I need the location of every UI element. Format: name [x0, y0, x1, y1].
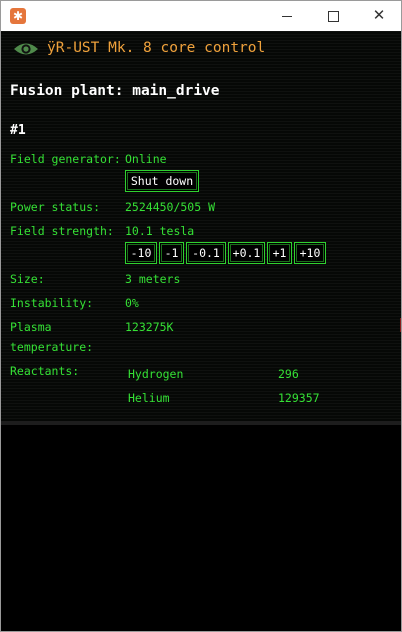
power-status-value: 2524450/505 W: [125, 200, 216, 214]
shut-down-button[interactable]: Shut down: [125, 170, 199, 192]
field-minus-10-label: -10: [127, 244, 155, 262]
reactant-name: Hydrogen: [128, 367, 184, 381]
field-minus-1-button[interactable]: -1: [159, 242, 184, 264]
power-status-label: Power status:: [10, 200, 101, 214]
divider: [1, 421, 401, 425]
plant-title: Fusion plant: main_drive: [10, 83, 220, 99]
control-panel: ÿR-UST Mk. 8 core control Fusion plant: …: [1, 31, 401, 421]
app-window: ✱ ✕ ÿR-UST Mk. 8 core control Fusion pla…: [0, 0, 402, 632]
size-value: 3 meters: [125, 272, 181, 286]
plasma-label-line2: temperature:: [10, 340, 94, 354]
empty-area: [1, 421, 401, 631]
field-plus-10-label: +10: [296, 244, 324, 262]
plasma-temperature-value: 123275K: [125, 320, 174, 334]
field-generator-label: Field generator:: [10, 152, 121, 166]
reactant-amount: 129357: [278, 391, 320, 405]
maximize-icon: [328, 11, 339, 22]
field-minus-0-1-label: -0.1: [188, 244, 224, 262]
field-plus-10-button[interactable]: +10: [294, 242, 326, 264]
field-minus-1-label: -1: [161, 244, 182, 262]
eye-icon: [14, 43, 38, 55]
close-button[interactable]: ✕: [356, 1, 401, 31]
minimize-icon: [282, 16, 292, 17]
field-plus-0-1-label: +0.1: [230, 244, 263, 262]
field-minus-10-button[interactable]: -10: [125, 242, 157, 264]
instability-label: Instability:: [10, 296, 94, 310]
shut-down-label: Shut down: [127, 172, 197, 190]
header-title: ÿR-UST Mk. 8 core control: [47, 40, 266, 56]
reactants-label: Reactants:: [10, 364, 80, 378]
instability-value: 0%: [125, 296, 139, 310]
field-strength-value: 10.1 tesla: [125, 224, 195, 238]
close-icon: ✕: [372, 6, 386, 24]
asterisk-icon: ✱: [10, 8, 26, 24]
reactant-name: Helium: [128, 391, 170, 405]
field-plus-1-button[interactable]: +1: [267, 242, 292, 264]
field-generator-status: Online: [125, 152, 167, 166]
field-plus-1-label: +1: [269, 244, 290, 262]
reactant-amount: 296: [278, 367, 299, 381]
maximize-button[interactable]: [310, 1, 356, 31]
field-plus-0-1-button[interactable]: +0.1: [228, 242, 265, 264]
minimize-button[interactable]: [264, 1, 310, 31]
plasma-label-line1: Plasma: [10, 320, 52, 334]
unit-number: #1: [10, 123, 26, 138]
field-strength-label: Field strength:: [10, 224, 114, 238]
title-bar[interactable]: ✱ ✕: [1, 1, 401, 31]
size-label: Size:: [10, 272, 45, 286]
field-minus-0-1-button[interactable]: -0.1: [186, 242, 226, 264]
